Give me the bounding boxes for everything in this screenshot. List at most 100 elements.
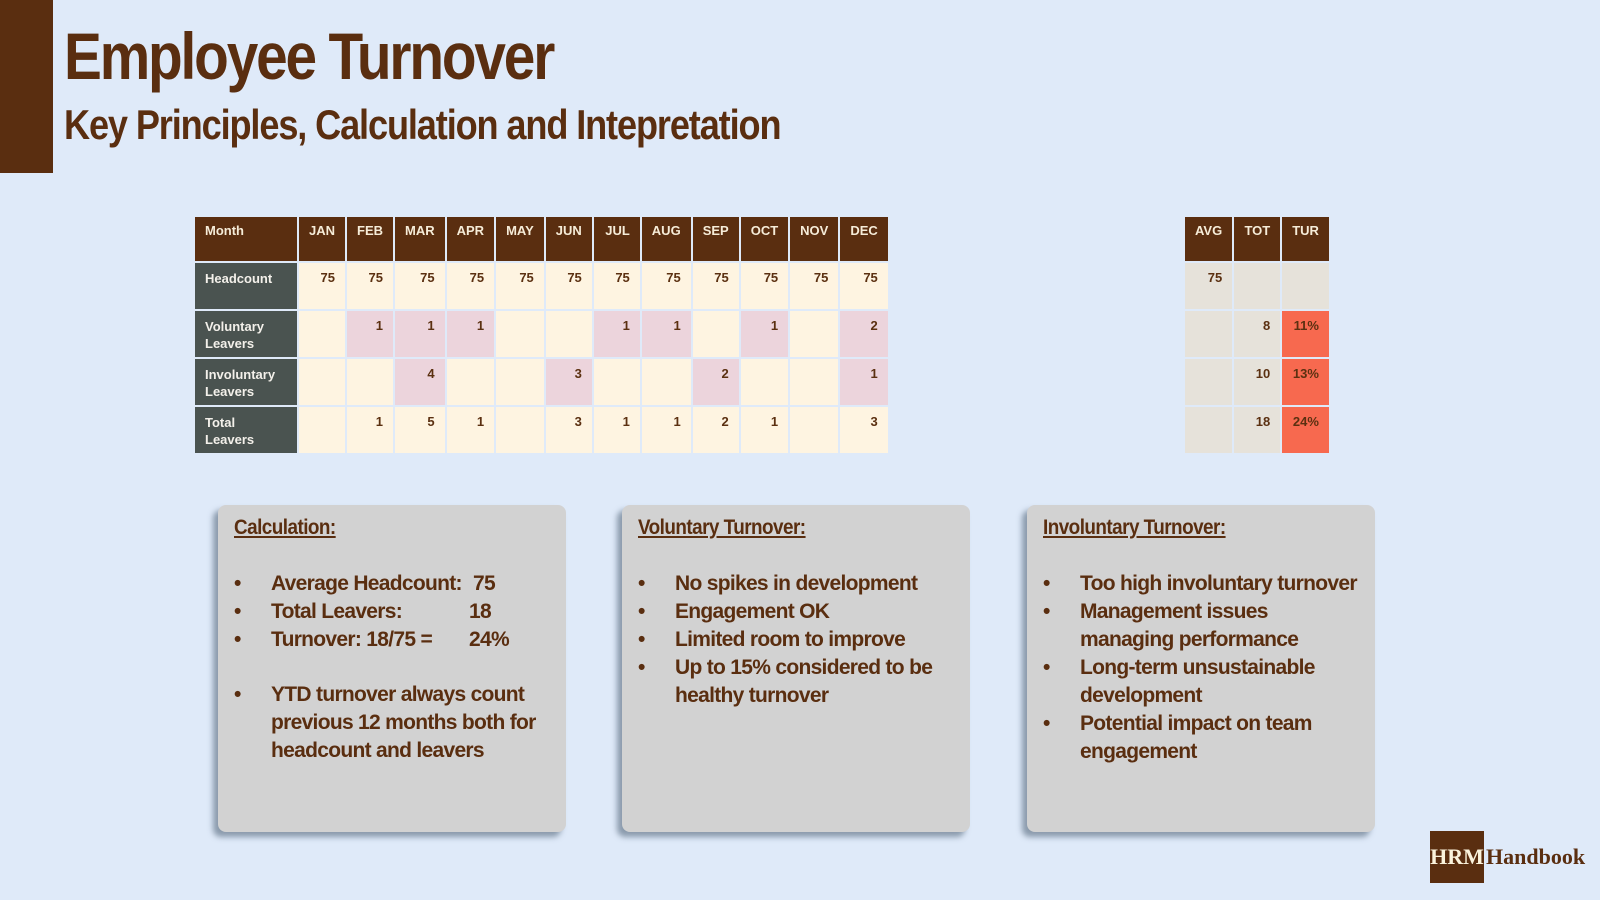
month-header-nov: NOV	[790, 217, 839, 261]
table-cell: 75	[545, 263, 592, 309]
table-cell	[740, 359, 789, 405]
involuntary-card-title: Involuntary Turnover:	[1043, 516, 1226, 539]
bullet-icon: •	[234, 572, 241, 595]
table-cell	[790, 407, 839, 453]
summary-cell-tur	[1282, 263, 1329, 309]
month-header-apr: APR	[446, 217, 495, 261]
table-cell: 1	[446, 311, 495, 357]
list-item: • Average Headcount: 75	[234, 570, 550, 598]
calculation-card: Calculation: • Average Headcount: 75 • Tota…	[218, 505, 566, 832]
table-cell: 1	[446, 407, 495, 453]
table-cell: 75	[496, 263, 544, 309]
list-item: • Long-term unsustainable development	[1043, 654, 1359, 710]
list-item-text: Long-term unsustainable development	[1080, 656, 1315, 707]
table-cell	[496, 359, 544, 405]
summary-cell-tot: 8	[1234, 311, 1281, 357]
table-cell	[790, 359, 839, 405]
summary-row: 75	[1185, 263, 1329, 309]
list-item-text: Management issues managing performance	[1080, 600, 1299, 651]
table-row: Voluntary Leavers 1 1 1 1 1 1 2	[195, 311, 888, 357]
voluntary-turnover-card: Voluntary Turnover: • No spikes in develo…	[622, 505, 970, 832]
summary-cell-avg	[1185, 407, 1233, 453]
bullet-icon: •	[1043, 572, 1050, 595]
table-cell: 1	[840, 359, 888, 405]
table-cell	[545, 311, 592, 357]
summary-cell-tur: 24%	[1282, 407, 1329, 453]
hrm-handbook-logo[interactable]: HRM Handbook	[1430, 831, 1585, 883]
row-label: Headcount	[195, 263, 297, 309]
avg-column-header: AVG	[1185, 217, 1233, 261]
list-item: • Management issues managing performance	[1043, 598, 1359, 654]
logo-wordmark: Handbook	[1486, 844, 1586, 869]
list-item-text: Average Headcount:	[271, 572, 463, 595]
table-cell: 75	[446, 263, 495, 309]
summary-row: 8 11%	[1185, 311, 1329, 357]
table-cell: 1	[740, 407, 789, 453]
table-cell: 1	[740, 311, 789, 357]
table-cell: 75	[790, 263, 839, 309]
month-header-oct: OCT	[740, 217, 789, 261]
list-item-text: No spikes in development	[675, 572, 918, 595]
tot-column-header: TOT	[1234, 217, 1281, 261]
month-header-jun: JUN	[545, 217, 592, 261]
row-label: Involuntary Leavers	[195, 359, 297, 405]
list-item-text: Up to 15% considered to be healthy turno…	[675, 656, 933, 707]
list-item-text: Potential impact on team engagement	[1080, 712, 1312, 763]
summary-cell-tot	[1234, 263, 1281, 309]
list-item-value: 18	[469, 600, 492, 623]
table-cell: 75	[395, 263, 445, 309]
list-item: • Potential impact on team engagement	[1043, 710, 1359, 766]
list-item: • Too high involuntary turnover	[1043, 570, 1359, 598]
monthly-turnover-table: Month JAN FEB MAR APR MAY JUN JUL AUG SEP OCT NOV D…	[193, 215, 890, 455]
summary-row: 18 24%	[1185, 407, 1329, 453]
table-cell	[299, 407, 346, 453]
month-header-feb: FEB	[347, 217, 394, 261]
accent-bar	[0, 0, 53, 173]
table-row: Headcount 75 75 75 75 75 75 75 75 75 75 75 75	[195, 263, 888, 309]
table-cell: 3	[545, 359, 592, 405]
table-cell: 3	[545, 407, 592, 453]
table-cell	[593, 359, 640, 405]
table-row: Involuntary Leavers 4 3 2 1	[195, 359, 888, 405]
summary-cell-tot: 18	[1234, 407, 1281, 453]
table-cell	[496, 311, 544, 357]
tur-column-header: TUR	[1282, 217, 1329, 261]
involuntary-turnover-card: Involuntary Turnover: • Too high involunt…	[1027, 505, 1375, 832]
month-header-mar: MAR	[395, 217, 445, 261]
month-column-header: Month	[195, 217, 297, 261]
table-cell: 1	[593, 311, 640, 357]
list-item-value: 24%	[469, 628, 510, 651]
table-cell: 75	[593, 263, 640, 309]
summary-row: 10 13%	[1185, 359, 1329, 405]
bullet-icon: •	[638, 628, 645, 651]
table-cell	[299, 359, 346, 405]
bullet-icon: •	[234, 683, 241, 706]
list-item-value: 75	[473, 572, 496, 595]
month-header-aug: AUG	[641, 217, 691, 261]
table-cell: 2	[840, 311, 888, 357]
table-cell: 1	[641, 407, 691, 453]
summary-cell-avg	[1185, 359, 1233, 405]
page-subtitle: Key Principles, Calculation and Intepret…	[64, 101, 782, 148]
voluntary-card-title: Voluntary Turnover:	[638, 516, 806, 539]
list-item: • Engagement OK	[638, 598, 954, 626]
table-cell: 1	[641, 311, 691, 357]
table-cell	[641, 359, 691, 405]
table-cell	[496, 407, 544, 453]
table-cell: 75	[840, 263, 888, 309]
summary-cell-avg: 75	[1185, 263, 1233, 309]
table-cell: 75	[347, 263, 394, 309]
bullet-icon: •	[638, 656, 645, 679]
table-cell: 2	[692, 407, 739, 453]
month-header-jan: JAN	[299, 217, 346, 261]
month-header-jul: JUL	[593, 217, 640, 261]
calculation-card-title: Calculation:	[234, 516, 336, 539]
list-item: • Up to 15% considered to be healthy turn…	[638, 654, 954, 710]
table-cell: 75	[692, 263, 739, 309]
table-cell: 5	[395, 407, 445, 453]
list-item-text: Turnover: 18/75 =	[271, 628, 433, 651]
bullet-icon: •	[1043, 712, 1050, 735]
list-item: • Total Leavers: 18	[234, 598, 550, 626]
month-header-sep: SEP	[692, 217, 739, 261]
bullet-icon: •	[234, 600, 241, 623]
